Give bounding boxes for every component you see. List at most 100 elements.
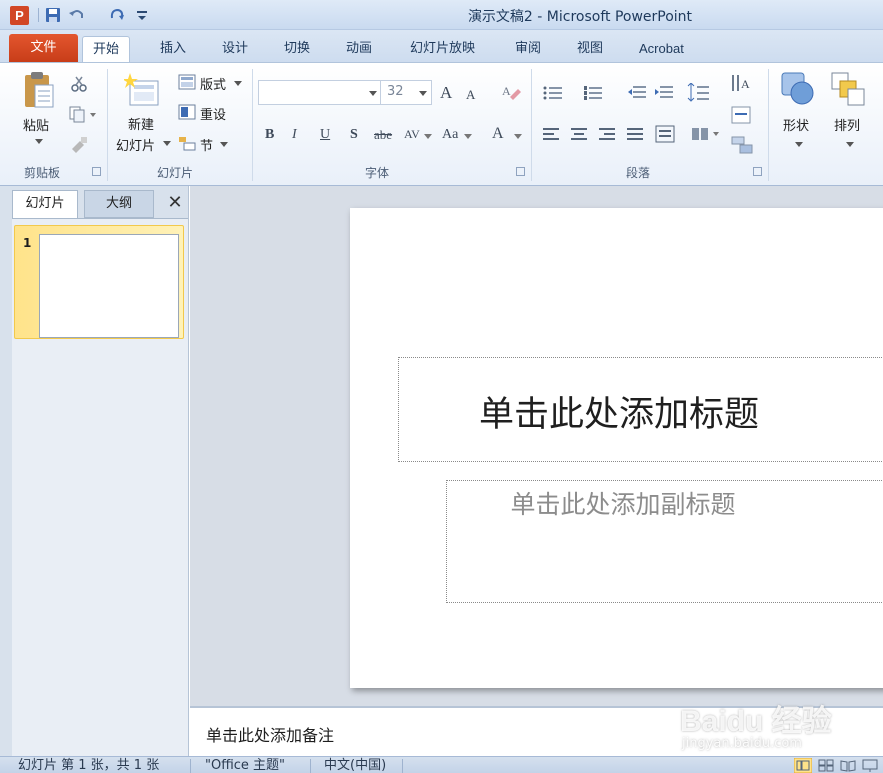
font-size-value: 32 bbox=[387, 84, 404, 99]
arrange-label[interactable]: 排列 bbox=[834, 115, 860, 134]
copy-icon[interactable] bbox=[68, 105, 98, 123]
new-slide-label-2[interactable]: 幻灯片 bbox=[116, 135, 155, 154]
shapes-label[interactable]: 形状 bbox=[783, 115, 809, 134]
font-size-combobox[interactable]: 32 bbox=[380, 80, 432, 105]
subtitle-placeholder[interactable]: 单击此处添加副标题 bbox=[446, 480, 883, 603]
title-placeholder-text[interactable]: 单击此处添加标题 bbox=[399, 386, 839, 437]
tab-design[interactable]: 设计 bbox=[212, 36, 258, 63]
group-divider bbox=[531, 69, 532, 181]
section-dropdown-icon[interactable] bbox=[220, 141, 228, 147]
align-right-icon[interactable] bbox=[599, 127, 617, 141]
italic-button[interactable]: I bbox=[292, 127, 297, 143]
reset-label[interactable]: 重设 bbox=[200, 104, 226, 123]
line-spacing-icon[interactable] bbox=[685, 83, 711, 103]
decrease-indent-icon[interactable] bbox=[627, 85, 647, 101]
font-size-dropdown-icon[interactable] bbox=[419, 90, 427, 96]
language-status[interactable]: 中文(中国) bbox=[324, 757, 386, 773]
status-divider bbox=[402, 759, 403, 773]
layout-label[interactable]: 版式 bbox=[200, 74, 226, 93]
underline-button[interactable]: U bbox=[320, 127, 330, 143]
paste-dropdown-icon[interactable] bbox=[34, 137, 44, 145]
layout-dropdown-icon[interactable] bbox=[234, 80, 242, 86]
svg-text:A: A bbox=[502, 84, 511, 98]
change-case-button[interactable]: Aa bbox=[442, 127, 458, 143]
tab-slideshow[interactable]: 幻灯片放映 bbox=[400, 36, 485, 63]
font-color-button[interactable]: A bbox=[492, 125, 504, 143]
tab-home[interactable]: 开始 bbox=[82, 36, 131, 64]
notes-placeholder[interactable]: 单击此处添加备注 bbox=[206, 722, 334, 746]
slide-sorter-icon[interactable] bbox=[818, 759, 834, 772]
window-title: 演示文稿2 - Microsoft PowerPoint bbox=[467, 9, 693, 25]
slide-editor: 单击此处添加标题 单击此处添加副标题 bbox=[190, 186, 883, 706]
slide-thumbnail-selected[interactable]: 1 bbox=[14, 225, 184, 339]
section-label[interactable]: 节 bbox=[200, 135, 213, 154]
tab-transitions[interactable]: 切换 bbox=[274, 36, 320, 63]
arrange-dropdown-icon[interactable] bbox=[846, 141, 854, 147]
title-bar: P 演示文稿2 - Microsoft PowerPoint bbox=[0, 0, 883, 30]
title-placeholder[interactable]: 单击此处添加标题 bbox=[398, 357, 883, 462]
normal-view-icon[interactable] bbox=[794, 758, 812, 773]
distributed-icon[interactable] bbox=[655, 125, 675, 143]
slideshow-view-icon[interactable] bbox=[862, 759, 878, 772]
paste-label[interactable]: 粘贴 bbox=[23, 115, 49, 134]
font-name-combobox[interactable] bbox=[258, 80, 382, 105]
new-slide-icon[interactable] bbox=[124, 73, 160, 109]
format-painter-icon[interactable] bbox=[68, 135, 90, 155]
tab-review[interactable]: 审阅 bbox=[505, 36, 551, 63]
tab-acrobat[interactable]: Acrobat bbox=[629, 36, 694, 63]
shapes-icon[interactable] bbox=[780, 71, 816, 107]
numbering-icon[interactable] bbox=[583, 85, 603, 101]
ribbon: 粘贴 剪贴板 新建 幻灯片 版式 重设 节 幻灯片 32 A A A B I U… bbox=[0, 62, 883, 186]
columns-icon[interactable] bbox=[692, 127, 722, 141]
align-text-icon[interactable] bbox=[730, 105, 758, 125]
shapes-dropdown-icon[interactable] bbox=[795, 141, 803, 147]
status-bar: 幻灯片 第 1 张，共 1 张 "Office 主题" 中文(中国) bbox=[0, 756, 883, 773]
layout-icon[interactable] bbox=[178, 74, 196, 90]
align-center-icon[interactable] bbox=[571, 127, 589, 141]
font-launcher-icon[interactable] bbox=[516, 167, 525, 176]
font-name-dropdown-icon[interactable] bbox=[369, 90, 377, 96]
slide-canvas[interactable]: 单击此处添加标题 单击此处添加副标题 bbox=[350, 208, 883, 688]
tab-outline[interactable]: 大纲 bbox=[84, 190, 154, 218]
align-left-icon[interactable] bbox=[543, 127, 561, 141]
grow-font-icon[interactable]: A bbox=[440, 83, 452, 103]
arrange-icon[interactable] bbox=[830, 71, 866, 107]
tab-slides[interactable]: 幻灯片 bbox=[12, 190, 78, 218]
paste-icon[interactable] bbox=[22, 71, 56, 111]
character-spacing-button[interactable]: AV bbox=[404, 127, 420, 142]
justify-icon[interactable] bbox=[627, 127, 645, 141]
paragraph-launcher-icon[interactable] bbox=[753, 167, 762, 176]
clipboard-launcher-icon[interactable] bbox=[92, 167, 101, 176]
close-icon[interactable]: ✕ bbox=[164, 190, 186, 218]
smartart-icon[interactable] bbox=[730, 135, 758, 155]
section-icon[interactable] bbox=[178, 135, 196, 151]
increase-indent-icon[interactable] bbox=[654, 85, 674, 101]
cut-icon[interactable] bbox=[70, 75, 88, 93]
group-divider bbox=[252, 69, 253, 181]
clear-formatting-icon[interactable]: A bbox=[500, 81, 522, 101]
shrink-font-icon[interactable]: A bbox=[466, 87, 475, 103]
font-color-dropdown-icon[interactable] bbox=[514, 133, 522, 139]
case-dropdown-icon[interactable] bbox=[464, 133, 472, 139]
reset-icon[interactable] bbox=[178, 104, 196, 120]
new-slide-label-1[interactable]: 新建 bbox=[128, 114, 154, 133]
slide-thumbnail-list[interactable]: 1 bbox=[12, 218, 188, 756]
tab-animations[interactable]: 动画 bbox=[336, 36, 382, 63]
shadow-button[interactable]: S bbox=[350, 127, 358, 143]
text-direction-icon[interactable]: A bbox=[730, 73, 758, 93]
subtitle-placeholder-text[interactable]: 单击此处添加副标题 bbox=[447, 485, 799, 521]
svg-text:A: A bbox=[741, 77, 750, 91]
slides-panel: 幻灯片 大纲 ✕ 1 bbox=[0, 186, 189, 756]
reading-view-icon[interactable] bbox=[840, 759, 856, 772]
slide-thumbnail[interactable] bbox=[39, 234, 179, 338]
strikethrough-button[interactable]: abe bbox=[374, 127, 392, 143]
new-slide-dropdown-icon[interactable] bbox=[163, 140, 171, 146]
bold-button[interactable]: B bbox=[265, 127, 274, 143]
theme-status[interactable]: "Office 主题" bbox=[205, 757, 285, 773]
spacing-dropdown-icon[interactable] bbox=[424, 133, 432, 139]
notes-pane[interactable]: 单击此处添加备注 bbox=[190, 706, 883, 756]
tab-view[interactable]: 视图 bbox=[567, 36, 613, 63]
bullets-icon[interactable] bbox=[543, 85, 563, 101]
tab-insert[interactable]: 插入 bbox=[150, 36, 196, 63]
tab-file[interactable]: 文件 bbox=[9, 34, 78, 63]
